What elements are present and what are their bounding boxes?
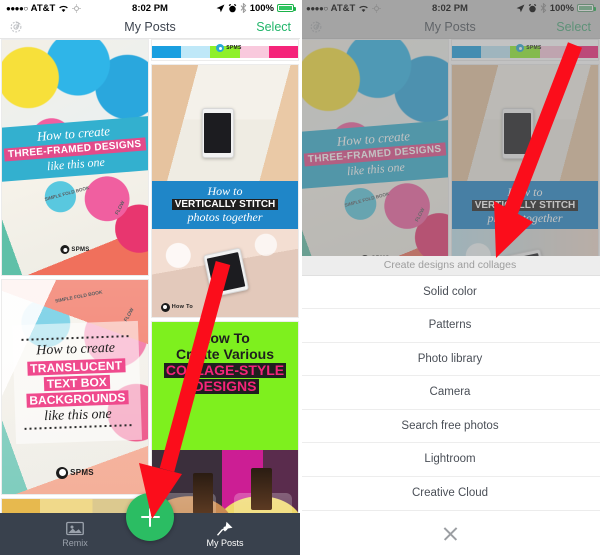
action-sheet-close-row[interactable] (300, 510, 600, 555)
post-headline-line1: TRANSLUCENT (26, 358, 126, 376)
post-script-bottom: like this one (46, 155, 106, 174)
phone-screen-right: ●●●●○ AT&T 8:02 PM 100% My Posts Select … (300, 0, 600, 555)
post-translucent-panel: How to create TRANSLUCENT TEXT BOX BACKG… (11, 320, 142, 445)
panel-divider (300, 0, 302, 555)
add-post-fab[interactable] (126, 493, 174, 541)
spms-ring-icon (60, 245, 70, 255)
action-sheet-item-patterns[interactable]: Patterns (300, 309, 600, 343)
battery-percent-label: 100% (249, 2, 274, 14)
select-button[interactable]: Select (256, 20, 291, 34)
close-x-icon[interactable] (442, 525, 459, 542)
artwork-bottle-right (251, 468, 272, 511)
posts-column-a: 36 30 SIMPLE FOLD BOOK FLOW How to creat… (1, 39, 149, 555)
brand-logo: SPMS (216, 44, 241, 52)
brand-logo: How To (160, 302, 193, 312)
brand-name: SPMS (70, 467, 94, 477)
swatch-pink (239, 46, 269, 58)
post-card-translucent-text-box[interactable]: SIMPLE FOLD BOOK FLOW How to create TRAN… (1, 279, 149, 495)
post-artwork-collage (2, 171, 148, 276)
action-sheet-item-photo-library[interactable]: Photo library (300, 342, 600, 376)
post-card-three-framed-designs[interactable]: 36 30 SIMPLE FOLD BOOK FLOW How to creat… (1, 39, 149, 277)
post-script-top: How to create (35, 340, 115, 359)
phone-screen-left: ●●●●○ AT&T 8:02 PM 100% My Posts Select … (0, 0, 300, 555)
swatch-lightblue (181, 46, 211, 58)
post-line2: Create Various (175, 345, 275, 362)
action-sheet-item-solid-color[interactable]: Solid color (300, 275, 600, 309)
status-bar-right: 100% (216, 2, 296, 14)
spms-ring-icon (160, 302, 170, 312)
post-card-vertical-photos[interactable]: VERTICAL PHOTOS SPMS (151, 39, 299, 61)
post-card-vertically-stitch[interactable]: How to VERTICALLY STITCH photos together… (151, 63, 299, 318)
post-script-bottom: like this one (43, 406, 112, 425)
action-sheet[interactable]: Create designs and collages Solid color … (300, 255, 600, 510)
post-line3: COLLAGE-STYLE (163, 361, 287, 378)
post-headline-line3: BACKGROUNDS (25, 390, 129, 408)
post-title-stack: How To Create Various COLLAGE-STYLE DESI… (152, 330, 298, 395)
brand-logo: SPMS (56, 466, 94, 479)
brand-name: How To (171, 303, 193, 310)
decorative-dotline-2 (24, 424, 133, 430)
swatch-magenta (268, 46, 298, 58)
status-bar: ●●●●○ AT&T 8:02 PM 100% (0, 0, 300, 16)
swatch-blue (152, 46, 182, 58)
post-script-bottom: photos together (187, 210, 263, 225)
tab-remix-label: Remix (62, 537, 88, 548)
spms-ring-icon (56, 466, 69, 479)
posts-column-b: VERTICAL PHOTOS SPMS (151, 39, 299, 555)
artwork-bottle-left (192, 472, 214, 515)
action-sheet-header: Create designs and collages (300, 255, 600, 276)
post-line1: How To (200, 330, 250, 347)
action-sheet-item-creative-cloud[interactable]: Creative Cloud (300, 476, 600, 510)
posts-grid[interactable]: 36 30 SIMPLE FOLD BOOK FLOW How to creat… (0, 39, 300, 555)
spms-ring-icon (216, 44, 225, 52)
tab-my-posts-label: My Posts (206, 537, 244, 548)
nav-bar: My Posts Select (0, 16, 300, 39)
page-title: My Posts (124, 20, 176, 34)
brand-name: SPMS (71, 246, 90, 253)
location-arrow-icon (216, 4, 225, 12)
two-panel-screenshot: ●●●●○ AT&T 8:02 PM 100% My Posts Select … (0, 0, 600, 555)
photo-stack-icon (66, 521, 84, 535)
artwork-phone-object (201, 107, 234, 159)
post-script-top: How to (207, 184, 243, 199)
action-sheet-item-lightroom[interactable]: Lightroom (300, 443, 600, 477)
post-headline: VERTICAL PHOTOS (161, 40, 292, 42)
brand-name: SPMS (226, 44, 242, 51)
gear-icon[interactable] (9, 20, 23, 34)
pin-icon (216, 521, 233, 536)
post-headline-line2: TEXT BOX (43, 374, 110, 392)
bluetooth-icon (240, 3, 247, 13)
brand-logo: SPMS (60, 245, 90, 255)
action-sheet-item-camera[interactable]: Camera (300, 376, 600, 410)
alarm-clock-icon (228, 3, 236, 12)
post-headline: VERTICALLY STITCH (171, 199, 279, 211)
action-sheet-item-search-free-photos[interactable]: Search free photos (300, 409, 600, 443)
post-title-band: How to VERTICALLY STITCH photos together (152, 180, 298, 229)
battery-full-icon (277, 4, 296, 12)
post-line4: DESIGNS (191, 377, 259, 395)
